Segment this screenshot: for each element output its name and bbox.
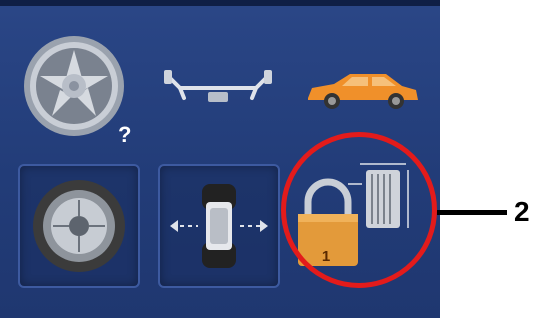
rim-unknown-tile[interactable]	[22, 34, 132, 144]
wheel-hub-icon	[33, 180, 125, 272]
car-icon	[308, 74, 418, 109]
wheel-balance-panel[interactable]	[18, 164, 140, 288]
rim-question-icon	[24, 36, 124, 136]
axle-icon	[164, 70, 272, 102]
highlight-circle	[281, 132, 437, 288]
callout-leader-line	[437, 210, 507, 215]
axle-tile[interactable]	[162, 68, 274, 108]
callout-number: 2	[514, 196, 530, 227]
question-mark: ?	[118, 122, 132, 147]
tire-planes-icon	[170, 184, 268, 268]
vehicle-tile[interactable]	[304, 68, 422, 112]
balance-planes-panel[interactable]	[158, 164, 280, 288]
